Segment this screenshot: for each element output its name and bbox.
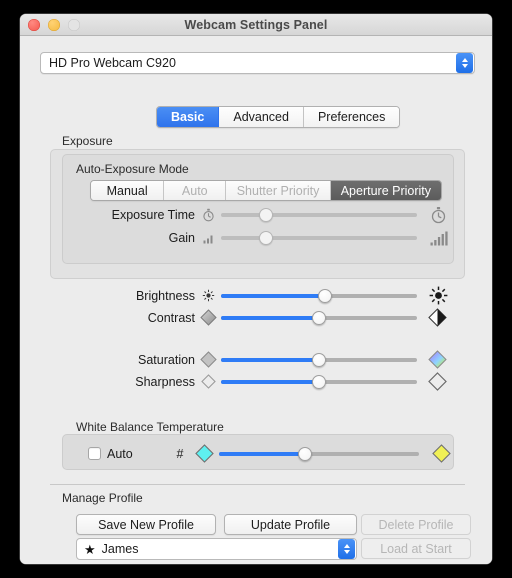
stopwatch-large-icon <box>417 206 451 224</box>
saturation-row: Saturation <box>70 350 455 369</box>
saturation-slider[interactable] <box>221 352 417 368</box>
signal-bars-large-icon <box>417 231 451 246</box>
slider-fill <box>219 451 305 456</box>
slider-knob[interactable] <box>298 446 312 461</box>
close-button-icon[interactable] <box>28 18 40 31</box>
stopwatch-small-icon <box>195 208 221 222</box>
segment-aperture-priority[interactable]: Aperture Priority <box>330 181 441 200</box>
brightness-label: Brightness <box>135 288 195 303</box>
yellow-diamond-icon <box>419 444 453 463</box>
sharpness-slider[interactable] <box>221 374 417 390</box>
traffic-light-group <box>28 14 80 35</box>
window-title: Webcam Settings Panel <box>184 17 328 32</box>
minimize-button-icon[interactable] <box>48 18 60 31</box>
slider-knob[interactable] <box>317 288 332 303</box>
window-content: HD Pro Webcam C920 Basic Advanced Prefer… <box>20 36 492 564</box>
exposure-group-label: Exposure <box>62 134 113 148</box>
brightness-row: Brightness <box>70 286 455 305</box>
star-icon: ★ <box>84 541 96 557</box>
segment-shutter-priority: Shutter Priority <box>226 181 331 200</box>
white-balance-auto-checkbox[interactable] <box>88 447 101 460</box>
gain-row: Gain <box>70 230 455 246</box>
slider-fill <box>221 357 319 362</box>
auto-exposure-mode-label: Auto-Exposure Mode <box>76 162 189 176</box>
slider-track <box>221 213 417 217</box>
white-balance-hash-label: # <box>176 446 184 461</box>
gain-slider <box>221 230 417 246</box>
load-at-start-button: Load at Start <box>361 538 471 559</box>
exposure-time-label: Exposure Time <box>111 208 195 222</box>
tab-bar: Basic Advanced Preferences <box>156 106 401 128</box>
white-balance-group-label: White Balance Temperature <box>76 420 224 434</box>
section-divider <box>50 484 465 485</box>
save-new-profile-button[interactable]: Save New Profile <box>76 514 216 535</box>
saturation-label: Saturation <box>138 352 195 367</box>
saturation-gray-diamond-icon <box>195 351 221 368</box>
device-select[interactable]: HD Pro Webcam C920 <box>40 52 475 74</box>
sharpness-label: Sharpness <box>135 374 195 389</box>
contrast-gray-diamond-icon <box>195 309 221 326</box>
chevron-updown-icon <box>456 53 473 73</box>
slider-track <box>221 236 417 240</box>
slider-knob <box>259 231 274 245</box>
exposure-time-row: Exposure Time <box>70 206 455 224</box>
sun-small-icon <box>195 289 221 302</box>
profile-select[interactable]: ★ James <box>76 538 357 560</box>
chevron-updown-icon <box>338 539 355 559</box>
window-titlebar: Webcam Settings Panel <box>20 14 492 36</box>
exposure-time-slider <box>221 207 417 223</box>
saturation-color-diamond-icon <box>417 350 451 369</box>
brightness-slider[interactable] <box>221 288 417 304</box>
sharpness-outline-diamond-small-icon <box>195 374 221 389</box>
auto-exposure-mode-segmented: Manual Auto Shutter Priority Aperture Pr… <box>90 180 442 201</box>
contrast-split-diamond-icon <box>417 308 451 327</box>
update-profile-button[interactable]: Update Profile <box>224 514 357 535</box>
slider-fill <box>221 379 319 384</box>
device-select-value: HD Pro Webcam C920 <box>49 56 176 70</box>
slider-fill <box>221 315 319 320</box>
contrast-label: Contrast <box>147 310 195 325</box>
tab-advanced[interactable]: Advanced <box>219 107 304 127</box>
white-balance-auto-label: Auto <box>107 446 133 461</box>
contrast-row: Contrast <box>70 308 455 327</box>
delete-profile-button: Delete Profile <box>361 514 471 535</box>
tab-basic[interactable]: Basic <box>157 107 220 127</box>
contrast-slider[interactable] <box>221 310 417 326</box>
signal-bars-small-icon <box>195 233 221 244</box>
slider-fill <box>221 293 325 298</box>
sharpness-row: Sharpness <box>70 372 455 391</box>
cyan-diamond-icon <box>189 444 219 463</box>
zoom-button-icon <box>68 18 80 31</box>
slider-knob[interactable] <box>312 352 326 367</box>
manage-profile-label: Manage Profile <box>62 491 143 505</box>
segment-auto: Auto <box>164 181 227 200</box>
slider-knob[interactable] <box>312 374 326 389</box>
sharpness-outline-diamond-large-icon <box>417 372 451 391</box>
profile-select-value: James <box>101 542 139 556</box>
slider-knob[interactable] <box>312 310 326 325</box>
gain-label: Gain <box>168 231 195 245</box>
sun-large-icon <box>417 286 451 305</box>
white-balance-slider[interactable] <box>219 446 419 462</box>
webcam-settings-window: Webcam Settings Panel HD Pro Webcam C920… <box>20 14 492 564</box>
white-balance-row: Auto # <box>88 444 458 463</box>
tab-preferences[interactable]: Preferences <box>303 107 400 127</box>
slider-knob <box>259 208 274 222</box>
segment-manual[interactable]: Manual <box>91 181 165 200</box>
